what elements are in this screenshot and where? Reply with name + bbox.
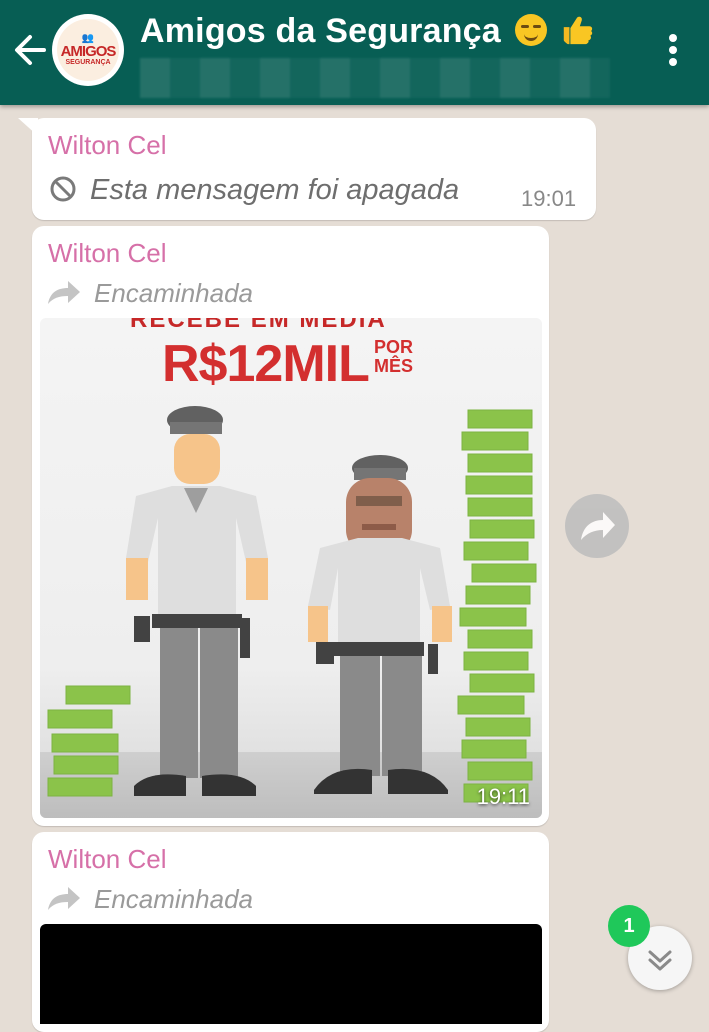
forward-icon bbox=[48, 281, 80, 304]
image-attachment[interactable]: RECEBE EM MÉDIA R$12MIL POR MÊS 19:11 bbox=[40, 318, 542, 818]
message-bubble-media[interactable]: Wilton Cel Encaminhada bbox=[32, 832, 549, 1032]
group-avatar[interactable]: 👥 AMIGOS SEGURANÇA bbox=[52, 14, 124, 86]
bubble-tail bbox=[18, 118, 38, 136]
message-bubble-deleted[interactable]: Wilton Cel Esta mensagem foi apagada 19:… bbox=[18, 118, 596, 220]
forwarded-label: Encaminhada bbox=[94, 278, 253, 308]
chat-title[interactable]: Amigos da Segurança bbox=[140, 12, 594, 51]
smirk-emoji-icon bbox=[514, 14, 547, 46]
forwarded-label: Encaminhada bbox=[94, 884, 253, 914]
avatar-logo-subtext: SEGURANÇA bbox=[65, 59, 111, 66]
chat-header: 👥 AMIGOS SEGURANÇA Amigos da Segurança A bbox=[0, 0, 709, 105]
share-icon bbox=[581, 512, 615, 540]
sender-name[interactable]: Wilton Cel bbox=[48, 844, 166, 875]
thumbs-up-emoji-icon bbox=[563, 16, 593, 45]
blocked-icon bbox=[50, 176, 76, 202]
message-bubble-image[interactable]: Wilton Cel Encaminhada RECEBE EM MÉDIA R… bbox=[32, 226, 549, 826]
message-time: 19:01 bbox=[521, 186, 577, 211]
unread-count-badge: 1 bbox=[608, 905, 650, 947]
forward-icon bbox=[48, 887, 80, 910]
media-attachment[interactable] bbox=[40, 924, 542, 1024]
sender-name[interactable]: Wilton Cel bbox=[48, 130, 166, 161]
sender-name[interactable]: Wilton Cel bbox=[48, 238, 166, 269]
more-vert-icon[interactable] bbox=[660, 30, 686, 70]
message-time: 19:11 bbox=[476, 784, 530, 809]
chat-title-text: Amigos da Segurança bbox=[140, 12, 501, 50]
share-button[interactable] bbox=[565, 494, 629, 558]
back-arrow-icon[interactable] bbox=[10, 28, 50, 72]
police-illustration bbox=[47, 406, 537, 803]
group-logo: 👥 AMIGOS SEGURANÇA bbox=[57, 19, 119, 81]
deleted-message-text: Esta mensagem foi apagada bbox=[90, 174, 460, 206]
avatar-logo-text: AMIGOS bbox=[60, 43, 117, 60]
participants-list[interactable]: A bbox=[140, 58, 610, 98]
